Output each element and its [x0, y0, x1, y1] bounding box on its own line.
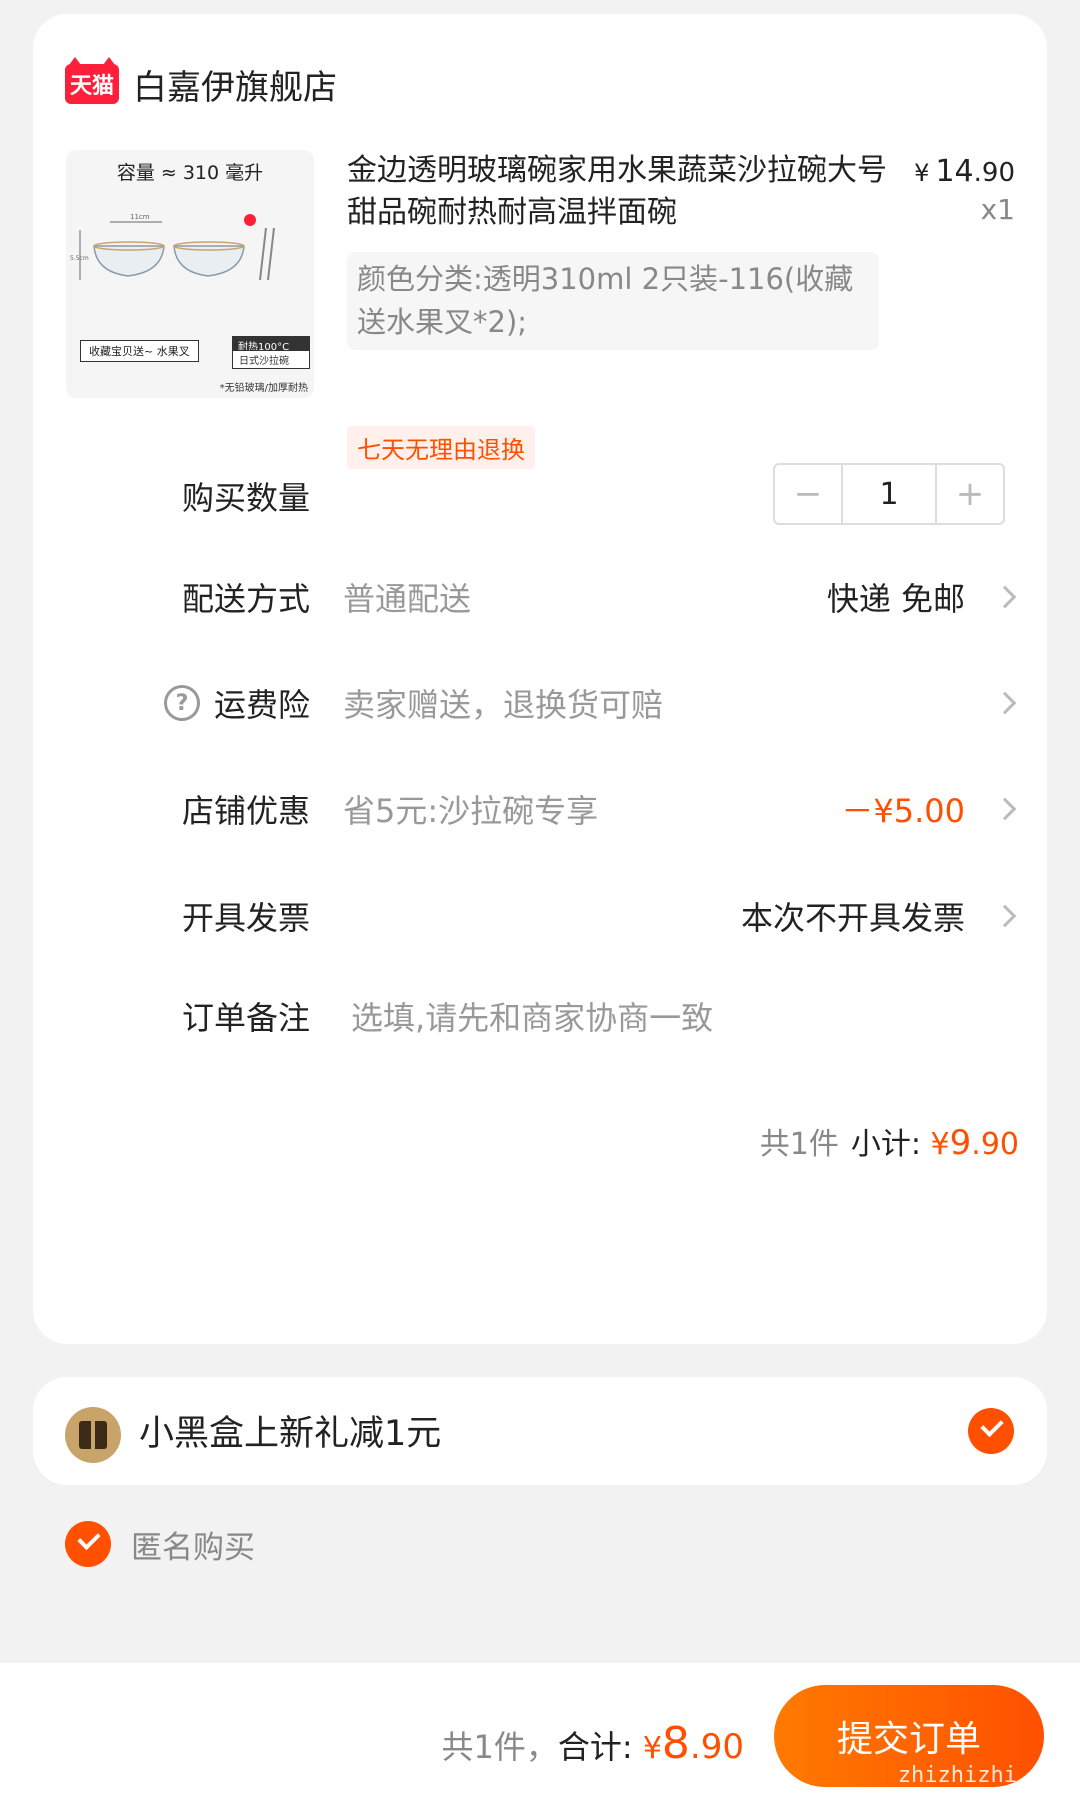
product-price: ¥14.90	[914, 154, 1015, 189]
gift-text: 小黑盒上新礼减1元	[139, 1414, 442, 1454]
invoice-value: 本次不开具发票	[740, 899, 965, 937]
note-label: 订单备注	[181, 999, 310, 1037]
insurance-label-group: ? 运费险	[163, 680, 310, 726]
quantity-row: 购买数量 − 1 +	[33, 463, 1047, 526]
question-icon[interactable]: ?	[163, 685, 200, 721]
checkout-bar: 共1件，合计: ¥8.90 提交订单 zhizhizhi.com	[0, 1663, 1080, 1814]
coupon-desc: 省5元:沙拉碗专享	[343, 792, 599, 830]
delivery-value: 快递 免邮	[826, 580, 965, 618]
quantity-input[interactable]: 1	[841, 465, 937, 523]
subtotal-symbol: ¥	[930, 1127, 950, 1162]
sku-selection[interactable]: 颜色分类:透明310ml 2只装-116(收藏送水果叉*2);	[347, 252, 879, 350]
product-price-box: ¥14.90 x1	[914, 154, 1015, 226]
quantity-plus-button[interactable]: +	[937, 465, 1003, 523]
store-order-card: 天猫 白嘉伊旗舰店 容量 ≈ 310 毫升 11cm 5.5cm 收藏宝贝送~ …	[33, 14, 1047, 1344]
svg-text:11cm: 11cm	[130, 213, 150, 221]
gift-checkbox[interactable]	[968, 1408, 1014, 1454]
subtotal-label: 小计:	[850, 1127, 921, 1162]
store-name[interactable]: 白嘉伊旗舰店	[133, 60, 337, 109]
price-symbol: ¥	[914, 159, 930, 187]
price-int: 14	[935, 154, 974, 189]
chevron-right-icon	[993, 797, 1017, 821]
anonymous-text: 匿名购买	[131, 1529, 255, 1566]
watermark: zhizhizhi.com	[897, 1763, 1070, 1788]
delivery-row[interactable]: 配送方式 普通配送 快递 免邮	[33, 567, 1047, 627]
image-tag-gift: 收藏宝贝送~ 水果叉	[80, 340, 199, 362]
total-count: 共1件，	[441, 1728, 558, 1766]
anonymous-purchase-option[interactable]: 匿名购买	[65, 1519, 255, 1569]
total-amount: ¥8.90	[642, 1718, 744, 1769]
store-header[interactable]: 天猫 白嘉伊旗舰店	[65, 54, 337, 114]
subtotal-count: 共1件	[759, 1127, 839, 1162]
coupon-label: 店铺优惠	[181, 792, 310, 830]
chevron-right-icon	[993, 904, 1017, 928]
quantity-label: 购买数量	[181, 479, 310, 517]
order-total: 共1件，合计: ¥8.90	[441, 1718, 744, 1769]
total-int: 8	[661, 1718, 690, 1769]
total-label: 合计:	[557, 1728, 633, 1766]
tmall-logo: 天猫	[65, 57, 119, 104]
delivery-label: 配送方式	[181, 580, 310, 618]
image-note: *无铅玻璃/加厚耐热	[219, 383, 308, 394]
invoice-row[interactable]: 开具发票 本次不开具发票	[33, 886, 1047, 946]
note-input[interactable]: 选填,请先和商家协商一致	[351, 993, 713, 1039]
anonymous-checkbox[interactable]	[65, 1521, 111, 1567]
store-coupon-row[interactable]: 店铺优惠 省5元:沙拉碗专享 －¥5.00	[33, 779, 1047, 839]
quantity-minus-button[interactable]: −	[775, 465, 841, 523]
order-note-row: 订单备注 选填,请先和商家协商一致	[33, 986, 1047, 1046]
tmall-logo-text: 天猫	[69, 74, 114, 99]
subtotal-amount: ¥9.90	[930, 1123, 1019, 1163]
subtotal: 共1件 小计: ¥9.90	[760, 1119, 1019, 1163]
chevron-right-icon	[993, 585, 1017, 609]
insurance-label: 运费险	[213, 686, 310, 724]
black-box-icon	[65, 1407, 121, 1463]
product-image[interactable]: 容量 ≈ 310 毫升 11cm 5.5cm 收藏宝贝送~ 水果叉 耐热100°…	[66, 150, 314, 398]
product-title[interactable]: 金边透明玻璃碗家用水果蔬菜沙拉碗大号甜品碗耐热耐高温拌面碗	[347, 150, 907, 234]
delivery-desc: 普通配送	[343, 580, 472, 618]
return-policy-badge: 七天无理由退换	[347, 426, 535, 469]
coupon-value: －¥5.00	[841, 792, 965, 830]
subtotal-int: 9	[949, 1123, 972, 1163]
subtotal-dec: .90	[971, 1127, 1019, 1162]
chevron-right-icon	[993, 691, 1017, 715]
image-tag-style: 日式沙拉碗	[232, 350, 310, 369]
price-dec: .90	[973, 158, 1015, 188]
svg-text:5.5cm: 5.5cm	[70, 255, 89, 262]
insurance-desc: 卖家赠送，退换货可赔	[343, 686, 664, 724]
invoice-label: 开具发票	[181, 899, 310, 937]
total-dec: .90	[689, 1727, 744, 1767]
shipping-insurance-row[interactable]: ? 运费险 卖家赠送，退换货可赔	[33, 673, 1047, 733]
total-symbol: ¥	[642, 1731, 662, 1766]
gift-promotion-card[interactable]: 小黑盒上新礼减1元	[33, 1377, 1047, 1485]
quantity-stepper: − 1 +	[773, 463, 1005, 525]
product-quantity-label: x1	[980, 193, 1015, 226]
